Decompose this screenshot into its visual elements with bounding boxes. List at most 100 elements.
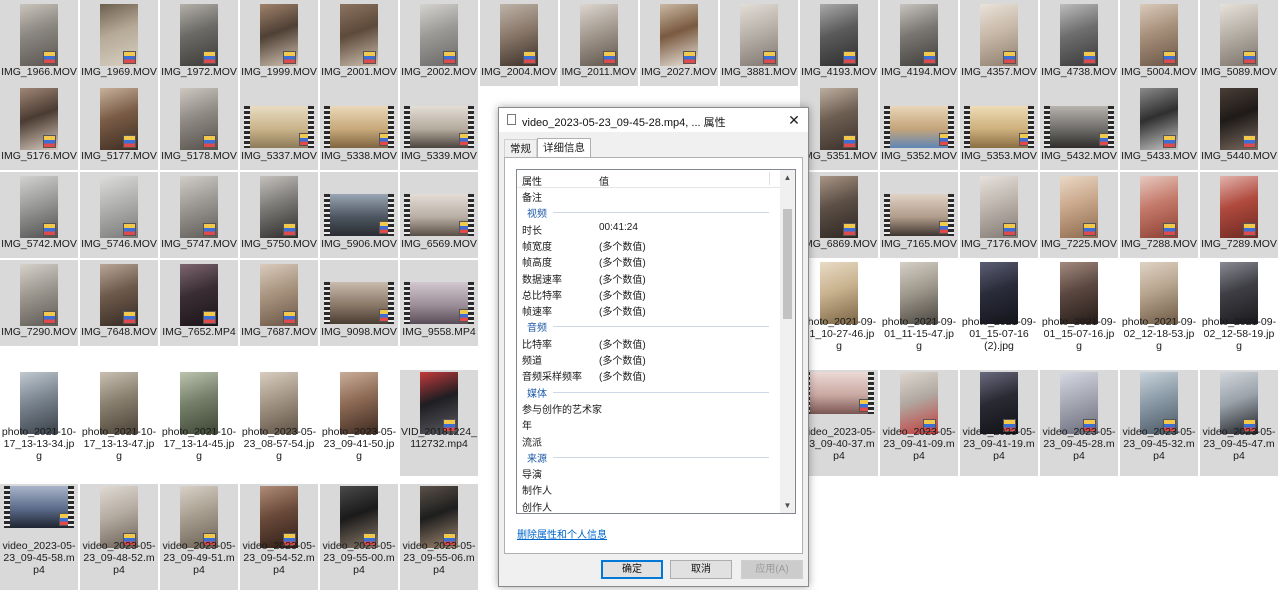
- vertical-scrollbar[interactable]: ▲ ▼: [780, 170, 795, 513]
- file-tile[interactable]: video_2023-05- 23_09-48-52.m p4: [80, 484, 158, 590]
- file-tile[interactable]: IMG_5338.MOV: [320, 84, 398, 170]
- file-tile[interactable]: IMG_5906.MOV: [320, 172, 398, 258]
- file-tile[interactable]: IMG_7289.MOV: [1200, 172, 1278, 258]
- file-tile[interactable]: IMG_4357.MOV: [960, 0, 1038, 86]
- file-tile[interactable]: IMG_1966.MOV: [0, 0, 78, 86]
- file-tile[interactable]: video_2023-05- 23_09-45-47.m p4: [1200, 370, 1278, 476]
- file-tile[interactable]: photo_2021-10- 17_13-13-47.jp g: [80, 370, 158, 476]
- property-row[interactable]: 帧宽度 (多个数值): [517, 236, 781, 253]
- file-tile[interactable]: IMG_5351.MOV: [800, 84, 878, 170]
- file-tile[interactable]: video_2023-05- 23_09-55-06.m p4: [400, 484, 478, 590]
- file-tile[interactable]: IMG_7687.MOV: [240, 260, 318, 346]
- file-tile[interactable]: IMG_9558.MP4: [400, 260, 478, 346]
- file-tile[interactable]: photo_2021-09- 01_11-15-47.jp g: [880, 260, 958, 366]
- column-header-property[interactable]: 属性: [522, 173, 542, 188]
- file-tile[interactable]: IMG_1972.MOV: [160, 0, 238, 86]
- property-row[interactable]: 创作人: [517, 497, 781, 513]
- file-tile[interactable]: IMG_1969.MOV: [80, 0, 158, 86]
- file-tile[interactable]: video_2023-05- 23_09-41-19.m p4: [960, 370, 1038, 476]
- file-tile[interactable]: IMG_2027.MOV: [640, 0, 718, 86]
- file-tile[interactable]: IMG_5176.MOV: [0, 84, 78, 170]
- close-button[interactable]: ✕: [784, 110, 804, 130]
- file-tile[interactable]: IMG_7176.MOV: [960, 172, 1038, 258]
- file-tile[interactable]: IMG_7165.MOV: [880, 172, 958, 258]
- file-tile[interactable]: IMG_5177.MOV: [80, 84, 158, 170]
- property-list[interactable]: 属性 值 备注 视频 时长 00:41:24 帧宽度 (多个数值) 帧高度 (多个数值) 数据速…: [516, 169, 796, 514]
- file-tile[interactable]: IMG_2002.MOV: [400, 0, 478, 86]
- file-tile[interactable]: IMG_5433.MOV: [1120, 84, 1198, 170]
- file-tile[interactable]: IMG_5440.MOV: [1200, 84, 1278, 170]
- file-tile[interactable]: photo_2021-10- 17_13-14-45.jp g: [160, 370, 238, 476]
- file-tile[interactable]: IMG_5339.MOV: [400, 84, 478, 170]
- file-tile[interactable]: IMG_5337.MOV: [240, 84, 318, 170]
- file-tile[interactable]: IMG_5004.MOV: [1120, 0, 1198, 86]
- property-row[interactable]: 备注: [517, 187, 781, 204]
- scroll-down-icon[interactable]: ▼: [780, 498, 795, 513]
- file-tile[interactable]: IMG_7648.MOV: [80, 260, 158, 346]
- file-tile[interactable]: IMG_2004.MOV: [480, 0, 558, 86]
- file-tile[interactable]: IMG_7288.MOV: [1120, 172, 1198, 258]
- property-row[interactable]: 比特率 (多个数值): [517, 334, 781, 351]
- file-tile[interactable]: photo_2021-09- 01_10-27-46.jp g: [800, 260, 878, 366]
- property-row[interactable]: 数据速率 (多个数值): [517, 269, 781, 286]
- file-tile[interactable]: photo_2021-09- 02_12-58-19.jp g: [1200, 260, 1278, 366]
- dialog-titlebar[interactable]: video_2023-05-23_09-45-28.mp4, ... 属性 ✕: [499, 108, 808, 132]
- file-tile[interactable]: IMG_4193.MOV: [800, 0, 878, 86]
- property-row[interactable]: 年: [517, 415, 781, 432]
- file-tile[interactable]: IMG_7225.MOV: [1040, 172, 1118, 258]
- column-header-value[interactable]: 值: [599, 173, 609, 188]
- file-tile[interactable]: IMG_9098.MOV: [320, 260, 398, 346]
- property-row[interactable]: 流派: [517, 432, 781, 449]
- file-tile[interactable]: IMG_5747.MOV: [160, 172, 238, 258]
- property-row[interactable]: 导演: [517, 464, 781, 481]
- property-row[interactable]: 参与创作的艺术家: [517, 399, 781, 416]
- file-tile[interactable]: IMG_7652.MP4: [160, 260, 238, 346]
- scroll-thumb[interactable]: [783, 209, 792, 319]
- file-tile[interactable]: IMG_3881.MOV: [720, 0, 798, 86]
- file-tile[interactable]: photo_2021-09- 01_15-07-16 (2).jpg: [960, 260, 1038, 366]
- file-tile[interactable]: video_2023-05- 23_09-55-00.m p4: [320, 484, 398, 590]
- file-tile[interactable]: IMG_6569.MOV: [400, 172, 478, 258]
- file-tile[interactable]: video_2023-05- 23_09-54-52.m p4: [240, 484, 318, 590]
- file-tile[interactable]: video_2023-05- 23_09-45-28.m p4: [1040, 370, 1118, 476]
- file-tile[interactable]: IMG_1999.MOV: [240, 0, 318, 86]
- file-tile[interactable]: IMG_2001.MOV: [320, 0, 398, 86]
- property-row[interactable]: 总比特率 (多个数值): [517, 285, 781, 302]
- file-tile[interactable]: photo_2023-05- 23_08-57-54.jp g: [240, 370, 318, 476]
- file-tile[interactable]: photo_2023-05- 23_09-41-50.jp g: [320, 370, 398, 476]
- tab-details[interactable]: 详细信息: [537, 138, 591, 158]
- file-tile[interactable]: IMG_5746.MOV: [80, 172, 158, 258]
- ok-button[interactable]: 确定: [601, 560, 663, 579]
- file-tile[interactable]: photo_2021-10- 17_13-13-34.jp g: [0, 370, 78, 476]
- file-tile[interactable]: IMG_7290.MOV: [0, 260, 78, 346]
- file-tile[interactable]: IMG_5742.MOV: [0, 172, 78, 258]
- file-tile[interactable]: video_2023-05- 23_09-49-51.m p4: [160, 484, 238, 590]
- property-row[interactable]: 时长 00:41:24: [517, 220, 781, 237]
- property-row[interactable]: 帧速率 (多个数值): [517, 301, 781, 318]
- file-tile[interactable]: video_2023-05- 23_09-41-09.m p4: [880, 370, 958, 476]
- file-tile[interactable]: IMG_5353.MOV: [960, 84, 1038, 170]
- file-tile[interactable]: VID_20181224_ 112732.mp4: [400, 370, 478, 476]
- file-tile[interactable]: IMG_6869.MOV: [800, 172, 878, 258]
- file-tile[interactable]: IMG_5432.MOV: [1040, 84, 1118, 170]
- cancel-button[interactable]: 取消: [670, 560, 732, 579]
- file-tile[interactable]: IMG_4738.MOV: [1040, 0, 1118, 86]
- property-row[interactable]: 音频采样频率 (多个数值): [517, 366, 781, 383]
- file-tile[interactable]: video_2023-05- 23_09-40-37.m p4: [800, 370, 878, 476]
- remove-properties-link[interactable]: 删除属性和个人信息: [517, 526, 607, 541]
- file-tile[interactable]: photo_2021-09- 02_12-18-53.jp g: [1120, 260, 1198, 366]
- file-tile[interactable]: IMG_2011.MOV: [560, 0, 638, 86]
- property-row[interactable]: 频道 (多个数值): [517, 350, 781, 367]
- tab-general[interactable]: 常规: [504, 139, 537, 157]
- scroll-up-icon[interactable]: ▲: [780, 170, 795, 185]
- property-row[interactable]: 制作人: [517, 480, 781, 497]
- file-tile[interactable]: IMG_5750.MOV: [240, 172, 318, 258]
- file-tile[interactable]: IMG_5089.MOV: [1200, 0, 1278, 86]
- file-tile[interactable]: IMG_5178.MOV: [160, 84, 238, 170]
- file-tile[interactable]: IMG_5352.MOV: [880, 84, 958, 170]
- property-row[interactable]: 帧高度 (多个数值): [517, 252, 781, 269]
- file-tile[interactable]: video_2023-05- 23_09-45-58.m p4: [0, 484, 78, 590]
- file-tile[interactable]: photo_2021-09- 01_15-07-16.jp g: [1040, 260, 1118, 366]
- apply-button[interactable]: 应用(A): [741, 560, 803, 579]
- file-tile[interactable]: IMG_4194.MOV: [880, 0, 958, 86]
